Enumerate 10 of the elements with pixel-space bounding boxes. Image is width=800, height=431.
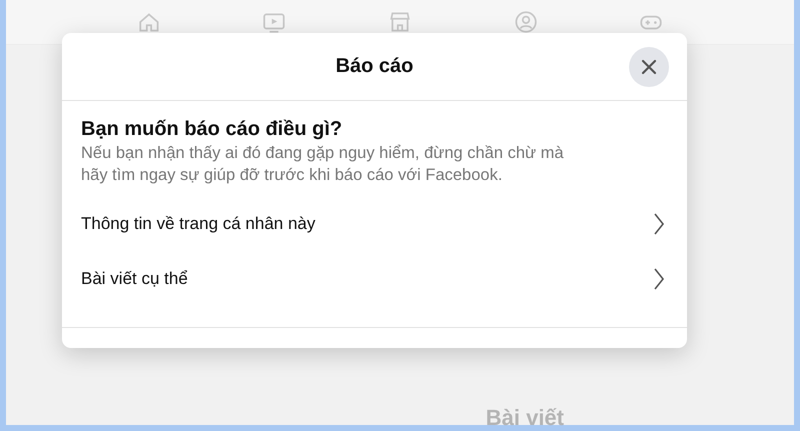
dialog-title: Báo cáo — [336, 55, 414, 78]
chevron-right-icon — [653, 266, 665, 290]
close-button[interactable] — [629, 47, 669, 87]
section-label: Bài viết — [486, 405, 564, 431]
report-option[interactable]: Bài viết cụ thể — [81, 251, 665, 306]
question-heading: Bạn muốn báo cáo điều gì? — [81, 117, 344, 142]
report-option[interactable]: Thông tin về trang cá nhân này — [81, 196, 665, 251]
description-text: Nếu bạn nhận thấy ai đó đang gặp nguy hiểm, đừng chần chừ mà hãy tìm ngay sự giúp đỡ trước khi báo cáo với Facebook. — [81, 143, 565, 186]
chevron-right-icon — [653, 212, 665, 236]
close-icon — [639, 57, 659, 77]
